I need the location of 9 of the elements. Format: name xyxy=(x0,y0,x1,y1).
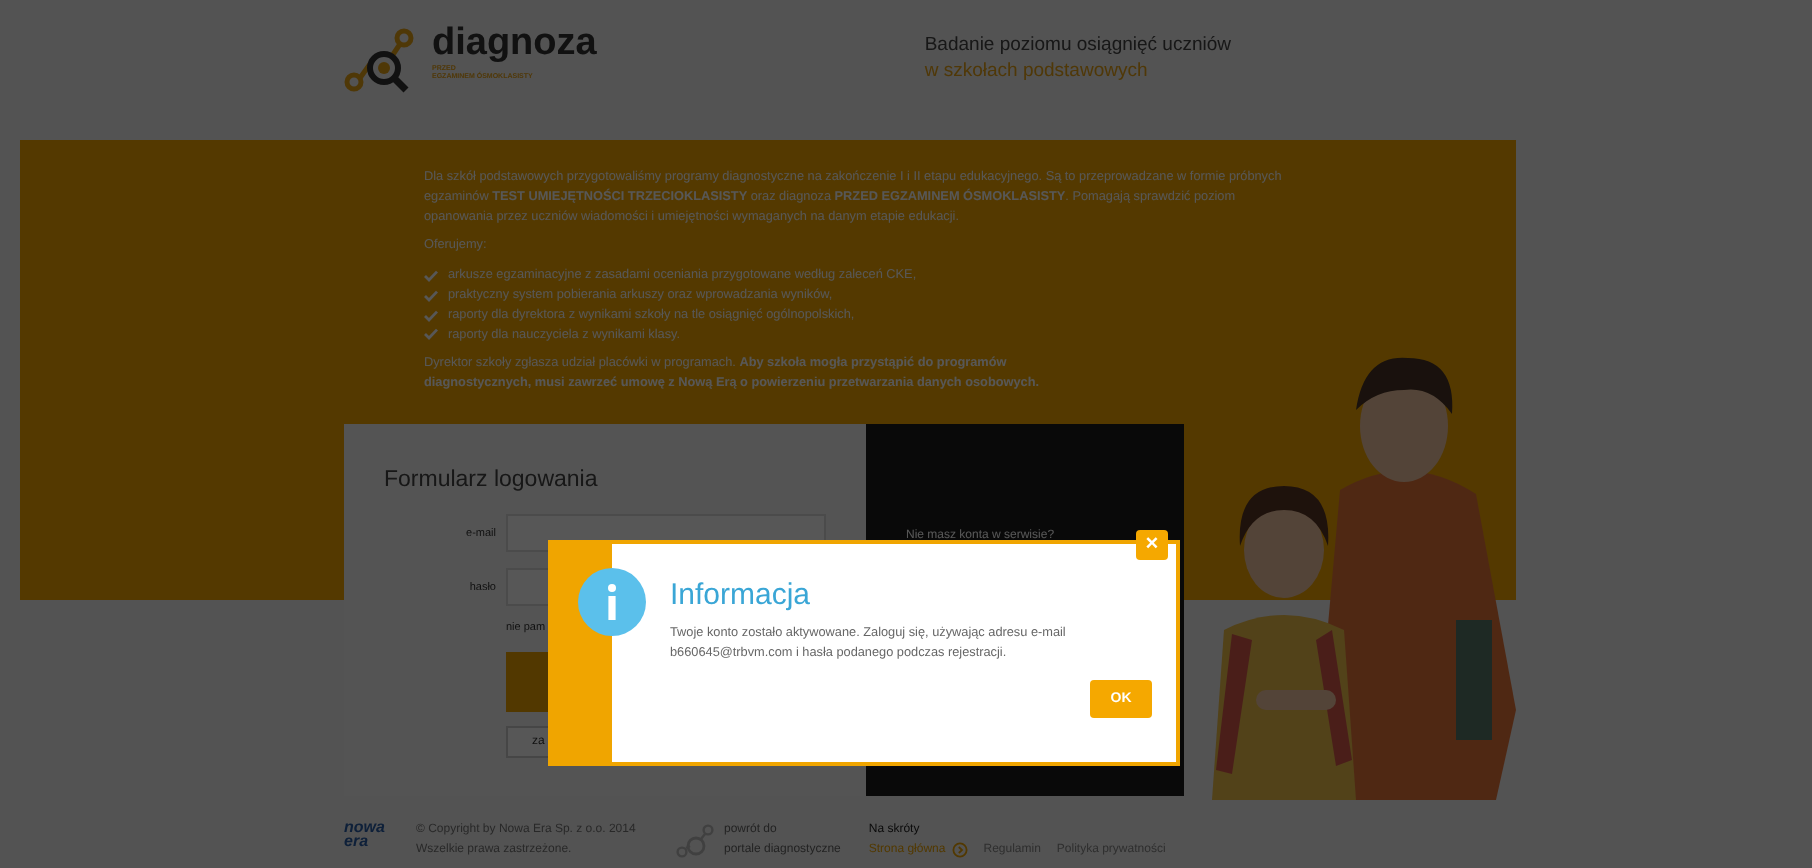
logo-text: diagnoza xyxy=(432,24,597,64)
tagline: w szkołach podstawowych xyxy=(924,58,1150,84)
nowa-era-logo: nowa era xyxy=(344,820,387,848)
tagline: Badanie poziomu osiągnięć uczniów xyxy=(924,32,1231,58)
arrow-circle-icon xyxy=(951,842,968,858)
login-title: Formularz logowania xyxy=(384,468,600,492)
dialog-title: Informacja xyxy=(670,578,813,612)
close-button[interactable]: × xyxy=(1136,530,1168,560)
info-icon xyxy=(578,568,646,636)
